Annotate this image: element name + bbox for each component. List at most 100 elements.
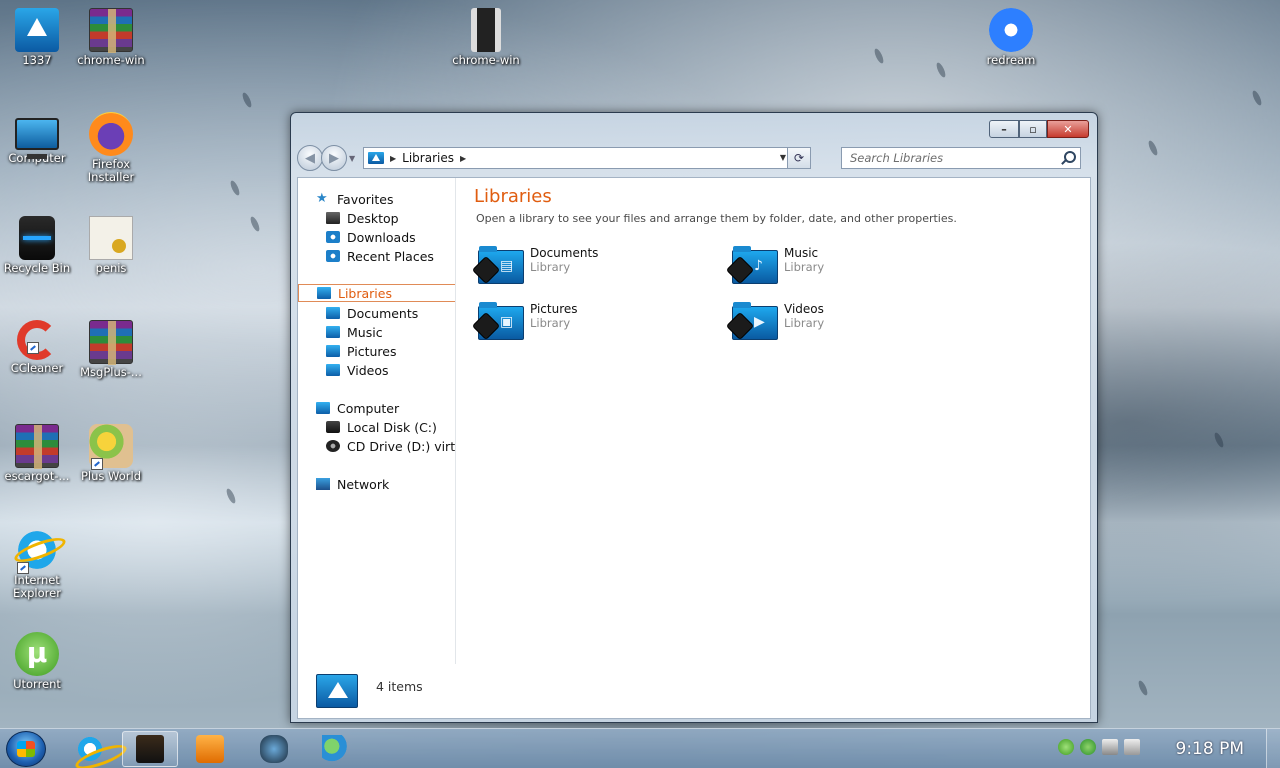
nav-downloads[interactable]: Downloads <box>326 228 416 246</box>
nav-music[interactable]: Music <box>326 323 383 341</box>
library-type: Library <box>530 260 571 274</box>
security-tray-icon[interactable] <box>1080 739 1096 755</box>
library-pictures[interactable]: ▣ Pictures Library <box>471 302 578 342</box>
minimize-icon: – <box>1001 122 1007 136</box>
nav-documents[interactable]: Documents <box>326 304 418 322</box>
search-input[interactable]: Search Libraries <box>850 151 943 165</box>
maximize-button[interactable]: ▫ <box>1019 120 1047 138</box>
desktop-icon-utorrent[interactable]: Utorrent <box>0 632 74 691</box>
raindrop <box>934 61 948 79</box>
volume-muted-icon[interactable] <box>1124 739 1140 755</box>
taskbar-explorer[interactable] <box>122 731 178 767</box>
desktop-icon-label: chrome-win <box>452 53 520 67</box>
documents-library-icon: ▤ <box>471 246 524 286</box>
desktop-icon-label: CCleaner <box>10 361 64 375</box>
taskbar-media-player[interactable] <box>182 731 238 767</box>
nav-libraries[interactable]: Libraries <box>298 284 455 302</box>
library-music[interactable]: ♪ Music Library <box>725 246 824 286</box>
desktop-icon-1337[interactable]: 1337 <box>0 8 74 67</box>
shortcut-arrow-icon <box>17 562 29 574</box>
nav-network[interactable]: Network <box>316 475 389 493</box>
minimize-button[interactable]: – <box>989 120 1019 138</box>
raindrop <box>224 487 238 505</box>
nav-recent-places[interactable]: Recent Places <box>326 247 434 265</box>
nav-label: Recent Places <box>347 248 434 264</box>
desktop-icon-label: escargot-... <box>4 469 70 483</box>
desktop-icon-label: 1337 <box>22 53 52 67</box>
back-button[interactable]: ◀ <box>297 145 323 171</box>
pictures-library-icon: ▣ <box>471 302 524 342</box>
nav-pictures[interactable]: Pictures <box>326 342 397 360</box>
desktop-icon-ccleaner[interactable]: CCleaner <box>0 320 74 375</box>
search-icon[interactable] <box>1064 151 1076 163</box>
show-desktop-button[interactable] <box>1266 729 1280 768</box>
close-icon: ✕ <box>1063 122 1073 136</box>
breadcrumb-separator-icon[interactable]: ▶ <box>390 154 396 163</box>
desktop-icon-computer[interactable]: Computer <box>0 112 74 165</box>
library-videos[interactable]: ▶ Videos Library <box>725 302 824 342</box>
taskbar-app[interactable] <box>246 731 302 767</box>
nav-label: Network <box>337 476 390 492</box>
search-box[interactable]: Search Libraries <box>841 147 1081 169</box>
nav-label: Computer <box>337 400 400 416</box>
breadcrumb-libraries[interactable]: Libraries <box>402 151 454 165</box>
desktop-icon-internet-explorer[interactable]: Internet Explorer <box>0 528 74 600</box>
desktop-icon-chrome-win-archive[interactable]: chrome-win <box>74 8 148 67</box>
nav-desktop[interactable]: Desktop <box>326 209 399 227</box>
desktop-icon-plus-world[interactable]: Plus World <box>74 424 148 483</box>
desktop-icon-label: Utorrent <box>13 677 61 691</box>
raindrop <box>872 47 886 65</box>
desktop-icon-escargot[interactable]: escargot-... <box>0 424 74 483</box>
nav-favorites[interactable]: ★ Favorites <box>316 190 393 208</box>
internet-explorer-icon <box>15 528 59 574</box>
navigation-bar: ◀ ▶ ▼ ▶ Libraries ▶ ▼ ⟳ Search Libraries <box>297 145 1091 171</box>
libraries-icon <box>317 287 331 299</box>
nav-label: Downloads <box>347 229 416 245</box>
refresh-icon: ⟳ <box>793 151 805 165</box>
nav-cd-drive[interactable]: CD Drive (D:) virti <box>326 437 455 455</box>
internet-explorer-icon <box>76 735 104 763</box>
breadcrumb-separator-icon[interactable]: ▶ <box>460 154 466 163</box>
nav-label: Libraries <box>338 285 392 301</box>
start-button[interactable] <box>6 731 46 767</box>
clock[interactable]: 9:18 PM <box>1176 739 1245 759</box>
desktop-icon-chrome-win-app[interactable]: chrome-win <box>449 8 523 67</box>
nav-computer[interactable]: Computer <box>316 399 399 417</box>
nav-label: Videos <box>347 362 389 378</box>
refresh-button[interactable]: ⟳ <box>787 147 811 169</box>
utorrent-icon <box>15 632 59 676</box>
network-icon <box>316 478 330 490</box>
utorrent-tray-icon[interactable] <box>1058 739 1074 755</box>
window-controls: – ▫ ✕ <box>989 120 1089 138</box>
desktop-icon-certificate[interactable]: penis <box>74 216 148 275</box>
item-count: 4 items <box>376 679 423 694</box>
desktop-icon-label: redream <box>986 53 1036 67</box>
navigation-pane: ★ Favorites Desktop Downloads Recent Pla… <box>298 178 456 664</box>
nav-videos[interactable]: Videos <box>326 361 389 379</box>
address-dropdown-icon[interactable]: ▼ <box>780 153 786 162</box>
recycle-bin-icon <box>19 216 55 260</box>
desktop-icon-redream[interactable]: redream <box>974 8 1048 67</box>
library-name: Documents <box>530 246 599 260</box>
desktop-icon-msgplus[interactable]: MsgPlus-... <box>74 320 148 379</box>
address-bar[interactable]: ▶ Libraries ▶ ▼ ⟳ <box>363 147 811 169</box>
taskbar-internet-explorer[interactable] <box>62 731 118 767</box>
archive-icon <box>89 8 133 53</box>
nav-local-disk[interactable]: Local Disk (C:) <box>326 418 437 436</box>
desktop-icon-firefox-installer[interactable]: Firefox Installer <box>74 112 148 184</box>
desktop-icon-label: chrome-win <box>77 53 145 67</box>
desktop-icon-recycle-bin[interactable]: Recycle Bin <box>0 216 74 275</box>
shortcut-arrow-icon <box>91 458 103 470</box>
close-button[interactable]: ✕ <box>1047 120 1089 138</box>
maximize-icon: ▫ <box>1029 122 1037 136</box>
taskbar-messenger[interactable] <box>308 731 364 767</box>
library-documents[interactable]: ▤ Documents Library <box>471 246 599 286</box>
network-tray-icon[interactable] <box>1102 739 1118 755</box>
back-arrow-icon: ◀ <box>305 150 315 166</box>
desktop-icon-label: MsgPlus-... <box>80 365 142 379</box>
details-pane: 4 items <box>298 664 1090 718</box>
raindrop <box>1250 89 1264 107</box>
nav-label: Pictures <box>347 343 397 359</box>
recent-pages-dropdown[interactable]: ▼ <box>349 154 359 163</box>
forward-button[interactable]: ▶ <box>321 145 347 171</box>
